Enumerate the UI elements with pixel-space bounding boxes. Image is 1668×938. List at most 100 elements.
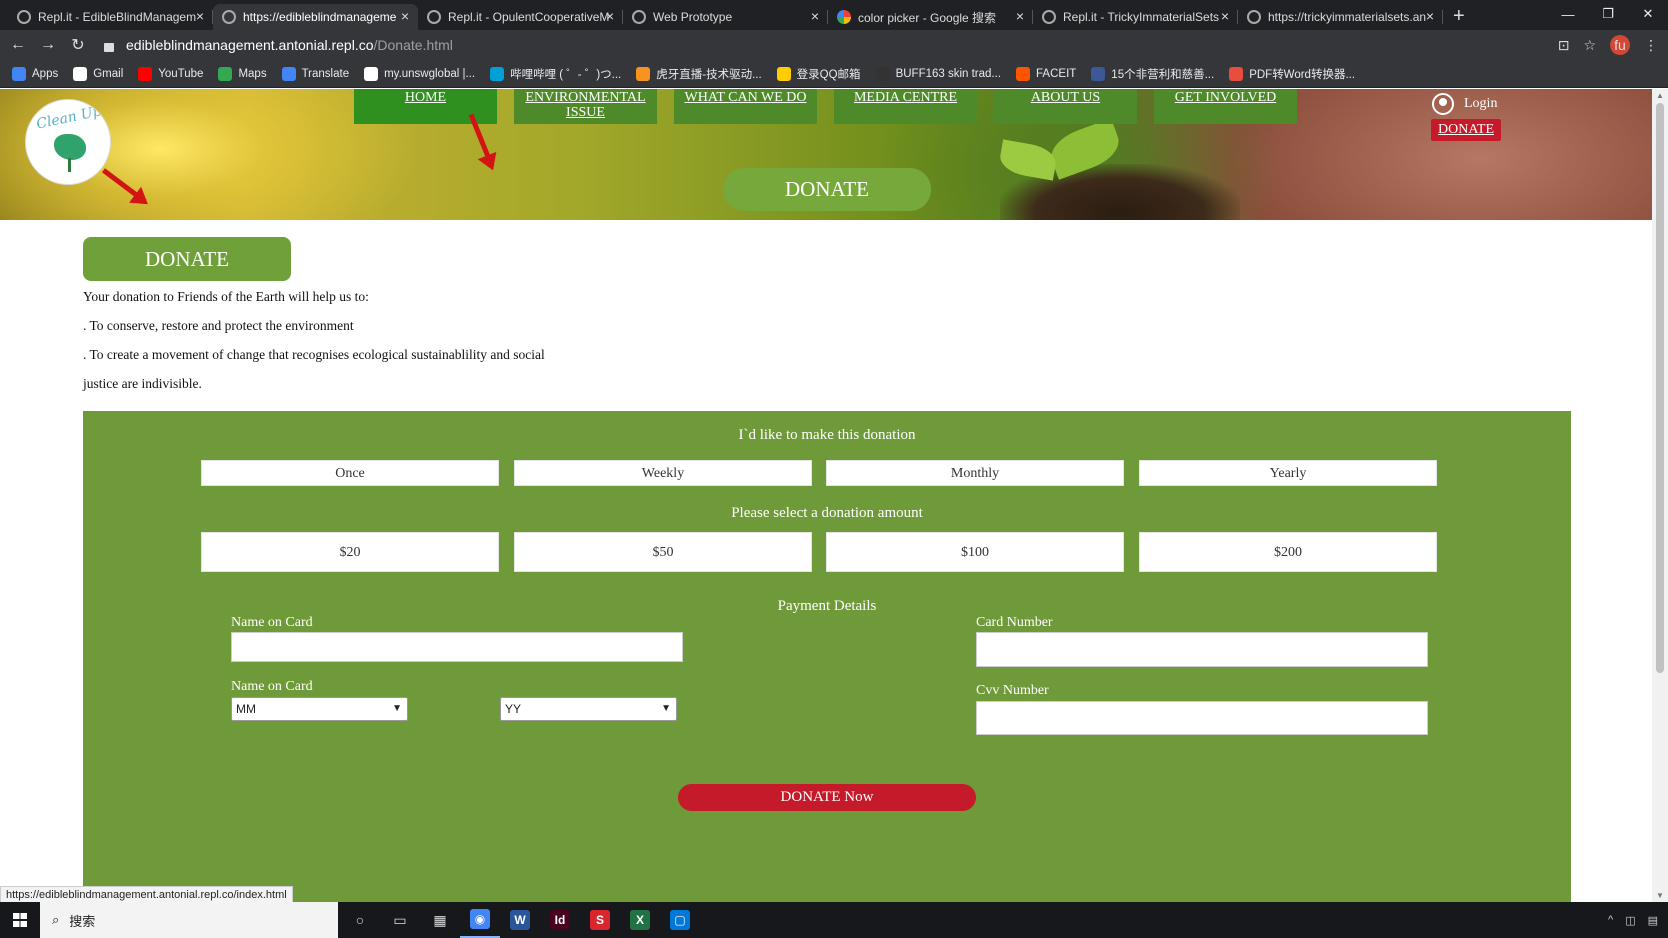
globe-icon — [1247, 10, 1261, 24]
close-window-icon[interactable]: ✕ — [1628, 0, 1668, 28]
start-button[interactable] — [0, 902, 40, 938]
amount-20-button[interactable]: $20 — [201, 532, 499, 572]
page-scrollbar[interactable]: ▲ ▼ — [1652, 89, 1668, 902]
scrollbar-thumb[interactable] — [1656, 103, 1664, 673]
reload-icon[interactable]: ↻ — [66, 35, 90, 55]
bookmark-item[interactable]: 哔哩哔哩 ( ゜- ゜)つ... — [490, 66, 621, 82]
intro-text: Your donation to Friends of the Earth wi… — [83, 287, 603, 403]
card-number-label: Card Number — [976, 615, 1053, 630]
card-number-input[interactable] — [976, 632, 1428, 667]
tab-title: Repl.it - OpulentCooperativeM — [448, 10, 610, 24]
bookmark-item[interactable]: Apps — [12, 66, 59, 81]
close-tab-icon[interactable]: × — [811, 8, 819, 24]
bookmark-item[interactable]: 虎牙直播-技术驱动... — [636, 66, 762, 82]
scroll-down-icon[interactable]: ▼ — [1656, 891, 1664, 900]
bookmark-item[interactable]: 登录QQ邮箱 — [776, 66, 861, 82]
bookmarks-bar: Apps Gmail YouTube Maps Translate my.unswglob… — [0, 60, 1668, 88]
url-host: edibleblindmanagement.antonial.repl.co — [126, 37, 374, 53]
replit-icon — [1042, 10, 1056, 24]
bookmark-label: Apps — [32, 67, 59, 80]
expiry-year-select[interactable]: YY ▼ — [500, 697, 677, 721]
forward-icon[interactable]: → — [36, 36, 60, 54]
browser-tab[interactable]: Repl.it - EdibleBlindManagem × — [8, 4, 213, 30]
tab-title: Repl.it - EdibleBlindManagem — [38, 10, 197, 24]
bookmark-item[interactable]: PDF转Word转换器... — [1229, 66, 1355, 82]
close-tab-icon[interactable]: × — [1221, 8, 1229, 24]
frequency-weekly-button[interactable]: Weekly — [514, 460, 812, 486]
bookmark-item[interactable]: BUFF163 skin trad... — [875, 66, 1001, 81]
system-tray: ^ ◫ ▤ — [1608, 902, 1658, 938]
bookmark-favicon-icon — [636, 66, 651, 81]
name-on-card-label: Name on Card — [231, 615, 313, 630]
browser-tab[interactable]: Repl.it - TrickyImmaterialSets × — [1033, 4, 1238, 30]
minimize-icon[interactable]: — — [1548, 0, 1588, 28]
window-controls: — ❐ ✕ — [1548, 0, 1668, 28]
bookmark-item[interactable]: Translate — [281, 66, 349, 81]
google-icon — [837, 10, 851, 24]
taskbar-app[interactable]: ◉ — [460, 902, 500, 938]
frequency-yearly-button[interactable]: Yearly — [1139, 460, 1437, 486]
frequency-once-button[interactable]: Once — [201, 460, 499, 486]
browser-tab[interactable]: https://edibleblindmanageme × — [213, 4, 418, 30]
taskbar-app[interactable]: ▭ — [380, 902, 420, 938]
chevron-down-icon: ▼ — [661, 703, 671, 714]
taskbar-app[interactable]: ▢ — [660, 902, 700, 938]
back-icon[interactable]: ← — [6, 36, 30, 54]
nav-item[interactable]: ENVIRONMENTAL ISSUE — [514, 89, 657, 124]
nav-item[interactable]: GET INVOLVED — [1154, 89, 1297, 124]
profile-avatar[interactable]: fu — [1610, 35, 1630, 55]
bookmark-favicon-icon — [364, 66, 379, 81]
frequency-monthly-button[interactable]: Monthly — [826, 460, 1124, 486]
browser-tab[interactable]: color picker - Google 搜索 × — [828, 4, 1033, 30]
close-tab-icon[interactable]: × — [401, 8, 409, 24]
restore-icon[interactable]: ❐ — [1588, 0, 1628, 28]
translate-icon[interactable]: ⊡ — [1558, 37, 1570, 54]
donate-now-button[interactable]: DONATE Now — [678, 784, 976, 811]
nav-item[interactable]: MEDIA CENTRE — [834, 89, 977, 124]
close-tab-icon[interactable]: × — [1426, 8, 1434, 24]
bookmark-item[interactable]: FACEIT — [1016, 66, 1076, 81]
bookmark-item[interactable]: Maps — [218, 66, 267, 81]
taskbar-search[interactable]: ⌕ 搜索 — [40, 902, 338, 938]
taskbar-app[interactable]: ▦ — [420, 902, 460, 938]
name-on-card-input[interactable] — [231, 632, 683, 662]
bookmark-item[interactable]: my.unswglobal |... — [364, 66, 475, 81]
bookmark-item[interactable]: Gmail — [73, 66, 123, 81]
bookmark-favicon-icon — [281, 66, 296, 81]
close-tab-icon[interactable]: × — [606, 8, 614, 24]
browser-tab[interactable]: Web Prototype × — [623, 4, 828, 30]
site-logo[interactable]: Clean Up — [25, 99, 111, 185]
close-tab-icon[interactable]: × — [1016, 8, 1024, 24]
amount-100-button[interactable]: $100 — [826, 532, 1124, 572]
taskbar-app[interactable]: Id — [540, 902, 580, 938]
network-icon[interactable]: ◫ — [1625, 914, 1635, 927]
browser-tab[interactable]: Repl.it - OpulentCooperativeM × — [418, 4, 623, 30]
tray-arrow-icon[interactable]: ^ — [1608, 914, 1613, 926]
expiry-month-select[interactable]: MM ▼ — [231, 697, 408, 721]
scroll-up-icon[interactable]: ▲ — [1656, 91, 1664, 100]
address-bar[interactable]: edibleblindmanagement.antonial.repl.co/D… — [94, 33, 1554, 57]
taskbar-app[interactable]: X — [620, 902, 660, 938]
header-donate-button[interactable]: DONATE — [1431, 119, 1501, 141]
notification-icon[interactable]: ▤ — [1648, 914, 1658, 927]
bookmark-item[interactable]: 15个非营利和慈善... — [1091, 66, 1214, 82]
close-tab-icon[interactable]: × — [196, 8, 204, 24]
bookmark-item[interactable]: YouTube — [138, 66, 203, 81]
taskbar-app[interactable]: ○ — [340, 902, 380, 938]
bookmark-star-icon[interactable]: ☆ — [1583, 37, 1596, 54]
year-value: YY — [505, 702, 522, 716]
amount-50-button[interactable]: $50 — [514, 532, 812, 572]
nav-item[interactable]: WHAT CAN WE DO — [674, 89, 817, 124]
menu-icon[interactable]: ⋮ — [1644, 37, 1658, 54]
nav-item[interactable]: ABOUT US — [994, 89, 1137, 124]
taskbar-app[interactable]: S — [580, 902, 620, 938]
new-tab-button[interactable]: + — [1443, 4, 1475, 30]
bookmark-favicon-icon — [138, 66, 153, 81]
chrome-icon: ◉ — [470, 909, 490, 929]
amount-200-button[interactable]: $200 — [1139, 532, 1437, 572]
cvv-input[interactable] — [976, 701, 1428, 735]
indesign-icon: Id — [550, 910, 570, 930]
browser-tab[interactable]: https://trickyimmaterialsets.an × — [1238, 4, 1443, 30]
taskbar-app[interactable]: W — [500, 902, 540, 938]
login-link[interactable]: Login — [1432, 93, 1497, 115]
